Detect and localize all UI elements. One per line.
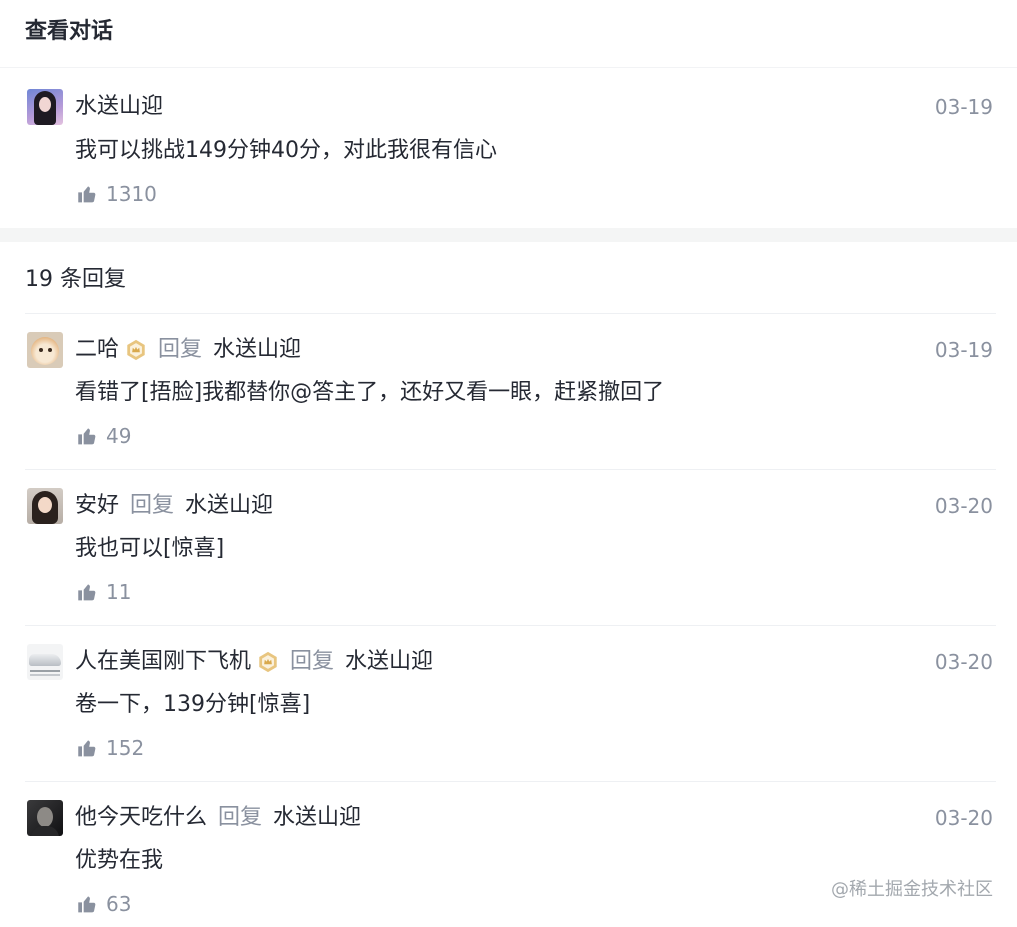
reply-content: 看错了[捂脸]我都替你@答主了，还好又看一眼，赶紧撤回了: [75, 380, 665, 405]
comment-header: 水送山迎: [75, 92, 163, 122]
reply-label: 回复: [218, 805, 263, 830]
reply-to-name[interactable]: 水送山迎: [185, 491, 273, 521]
avatar[interactable]: [27, 800, 63, 836]
author-name[interactable]: 二哈: [75, 335, 119, 365]
level-badge-icon: [257, 651, 279, 673]
page-header: 查看对话: [0, 0, 1017, 68]
thumbs-up-icon[interactable]: [77, 894, 97, 914]
like-count: 49: [106, 424, 132, 448]
reply-header: 二哈 回复 水送山迎: [75, 335, 301, 365]
like-button[interactable]: 63: [77, 889, 131, 919]
reply-date: 03-20: [934, 806, 993, 830]
avatar[interactable]: [27, 332, 63, 368]
reply-header: 安好 回复 水送山迎: [75, 491, 273, 521]
author-name[interactable]: 人在美国刚下飞机: [75, 647, 251, 677]
thumbs-up-icon[interactable]: [77, 184, 97, 204]
like-count: 63: [106, 892, 132, 916]
avatar[interactable]: [27, 488, 63, 524]
comment-content: 我可以挑战149分钟40分，对此我很有信心: [75, 138, 497, 163]
reply-count: 19 条回复: [25, 267, 126, 292]
reply-to-name[interactable]: 水送山迎: [345, 647, 433, 677]
reply-header: 他今天吃什么 回复 水送山迎: [75, 803, 361, 833]
main-comment: 水送山迎 03-19 我可以挑战149分钟40分，对此我很有信心 1310: [0, 68, 1017, 228]
thumbs-up-icon[interactable]: [77, 426, 97, 446]
reply-date: 03-19: [934, 338, 993, 362]
conversation-page: 查看对话 水送山迎 03-19 我可以挑战149分钟40分，对此我很有信心 13…: [0, 0, 1017, 927]
avatar[interactable]: [27, 644, 63, 680]
reply-item: 他今天吃什么 回复 水送山迎 03-20 优势在我 63: [0, 781, 1017, 927]
thumbs-up-icon[interactable]: [77, 582, 97, 602]
section-divider: [0, 228, 1017, 242]
like-button[interactable]: 1310: [77, 179, 157, 209]
like-count: 152: [106, 736, 145, 760]
reply-content: 卷一下，139分钟[惊喜]: [75, 692, 311, 717]
like-button[interactable]: 11: [77, 577, 131, 607]
reply-content: 优势在我: [75, 848, 164, 873]
reply-count-header: 19 条回复: [0, 242, 1017, 313]
thumbs-up-icon[interactable]: [77, 738, 97, 758]
like-count: 11: [106, 580, 132, 604]
reply-item: 安好 回复 水送山迎 03-20 我也可以[惊喜] 11: [0, 469, 1017, 625]
avatar[interactable]: [27, 89, 63, 125]
page-title: 查看对话: [25, 19, 114, 44]
author-name[interactable]: 水送山迎: [75, 92, 163, 122]
like-button[interactable]: 49: [77, 421, 131, 451]
reply-item: 二哈 回复 水送山迎 03-19 看错了[捂脸]我都替你@答主了，还好又看一眼，…: [0, 313, 1017, 469]
reply-item: 人在美国刚下飞机 回复 水送山迎 03-20 卷一下，139分钟[惊喜] 152: [0, 625, 1017, 781]
author-name[interactable]: 安好: [75, 491, 119, 521]
reply-to-name[interactable]: 水送山迎: [213, 335, 301, 365]
watermark: @稀土掘金技术社区: [831, 879, 993, 900]
reply-label: 回复: [158, 337, 203, 362]
reply-header: 人在美国刚下飞机 回复 水送山迎: [75, 647, 433, 677]
reply-date: 03-20: [934, 650, 993, 674]
reply-label: 回复: [290, 649, 335, 674]
level-badge-icon: [125, 339, 147, 361]
reply-date: 03-20: [934, 494, 993, 518]
reply-to-name[interactable]: 水送山迎: [273, 803, 361, 833]
like-count: 1310: [106, 182, 157, 206]
reply-content: 我也可以[惊喜]: [75, 536, 225, 561]
author-name[interactable]: 他今天吃什么: [75, 803, 207, 833]
comment-date: 03-19: [934, 95, 993, 119]
reply-label: 回复: [130, 493, 175, 518]
like-button[interactable]: 152: [77, 733, 144, 763]
